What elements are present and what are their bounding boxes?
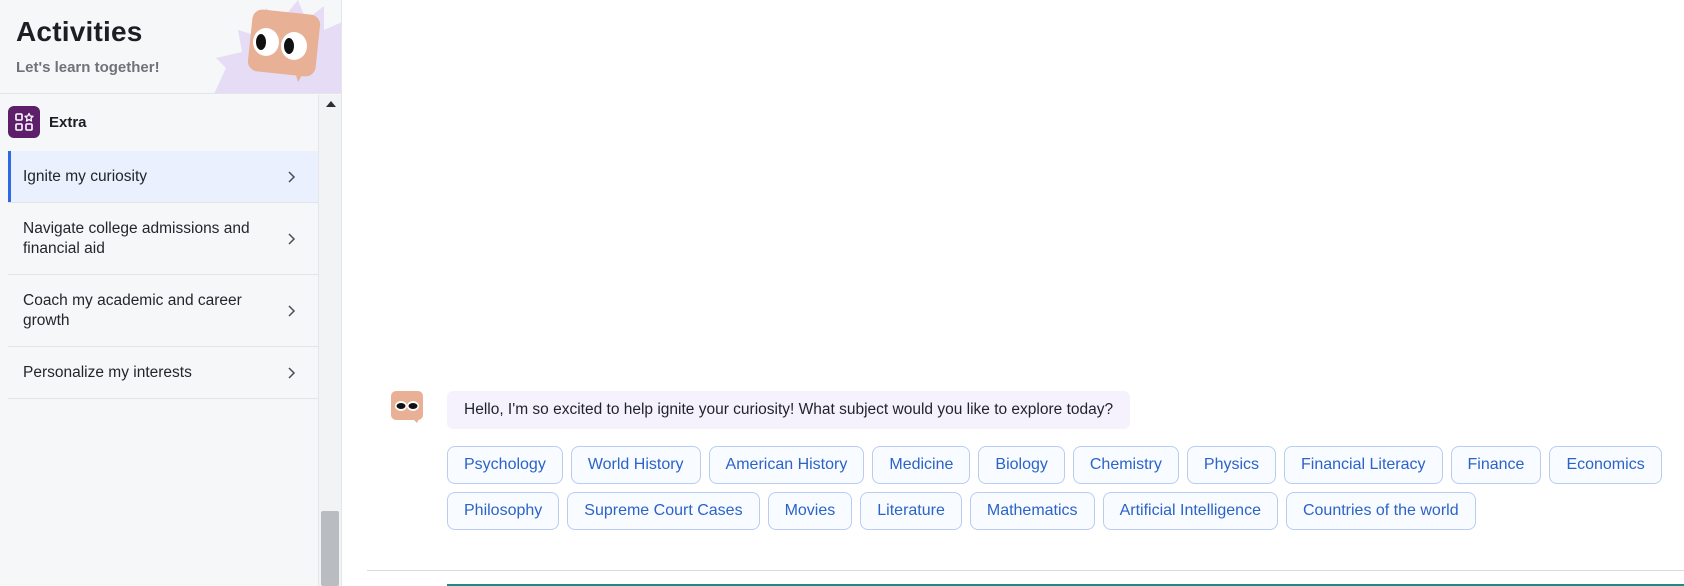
chip-mathematics[interactable]: Mathematics: [969, 492, 1095, 530]
chip-physics[interactable]: Physics: [1186, 446, 1277, 484]
activity-college-admissions[interactable]: Navigate college admissions and financia…: [8, 203, 318, 275]
subject-chips: Psychology World History American Histor…: [447, 446, 1684, 538]
activity-label: Ignite my curiosity: [23, 167, 148, 185]
mascot-icon: [391, 391, 423, 423]
activity-ignite-curiosity[interactable]: Ignite my curiosity: [8, 151, 318, 203]
chip-world-history[interactable]: World History: [570, 446, 701, 484]
activities-sidebar: Activities Let's learn together! Extra I…: [0, 0, 342, 586]
chip-philosophy[interactable]: Philosophy: [447, 492, 560, 530]
chip-psychology[interactable]: Psychology: [447, 446, 563, 484]
mascot-pupil-right: [284, 38, 294, 54]
activity-list: Ignite my curiosity Navigate college adm…: [8, 151, 318, 399]
mascot-pupil-left: [256, 34, 266, 50]
activity-career-growth[interactable]: Coach my academic and career growth: [8, 275, 318, 347]
sidebar-header: Activities Let's learn together!: [0, 0, 341, 94]
sidebar-subtitle: Let's learn together!: [16, 59, 160, 76]
activity-label: Personalize my interests: [23, 363, 192, 381]
chip-supreme-court-cases[interactable]: Supreme Court Cases: [567, 492, 760, 530]
chevron-right-icon: [288, 304, 296, 317]
bot-message: Hello, I'm so excited to help ignite you…: [447, 391, 1131, 429]
mascot-illustration: [214, 0, 341, 93]
chat-area: Hello, I'm so excited to help ignite you…: [367, 0, 1684, 586]
chip-finance[interactable]: Finance: [1450, 446, 1542, 484]
chevron-right-icon: [288, 232, 296, 245]
activity-label: Navigate college admissions and financia…: [23, 219, 250, 257]
composer-divider: [367, 570, 1684, 571]
chip-economics[interactable]: Economics: [1549, 446, 1662, 484]
chip-literature[interactable]: Literature: [860, 492, 962, 530]
chip-row-2: Philosophy Supreme Court Cases Movies Li…: [447, 492, 1684, 530]
chip-medicine[interactable]: Medicine: [872, 446, 971, 484]
chip-row-1: Psychology World History American Histor…: [447, 446, 1684, 484]
sidebar-scroll-area: Extra Ignite my curiosity Navigate colle…: [0, 95, 318, 586]
chip-artificial-intelligence[interactable]: Artificial Intelligence: [1102, 492, 1278, 530]
section-extra: Extra: [8, 103, 87, 141]
scroll-up-arrow-icon[interactable]: [326, 101, 336, 107]
activity-personalize-interests[interactable]: Personalize my interests: [8, 347, 318, 399]
chip-movies[interactable]: Movies: [767, 492, 853, 530]
chip-financial-literacy[interactable]: Financial Literacy: [1284, 446, 1443, 484]
section-label: Extra: [49, 113, 87, 131]
chevron-right-icon: [288, 366, 296, 379]
sidebar-scrollbar[interactable]: [318, 95, 341, 586]
apps-star-icon: [8, 106, 40, 138]
sidebar-title: Activities: [16, 16, 143, 47]
activity-label: Coach my academic and career growth: [23, 291, 242, 329]
chip-biology[interactable]: Biology: [978, 446, 1065, 484]
chevron-right-icon: [288, 170, 296, 183]
chip-countries-of-the-world[interactable]: Countries of the world: [1285, 492, 1476, 530]
chip-american-history[interactable]: American History: [708, 446, 865, 484]
chip-chemistry[interactable]: Chemistry: [1072, 446, 1179, 484]
scrollbar-thumb[interactable]: [321, 511, 339, 586]
